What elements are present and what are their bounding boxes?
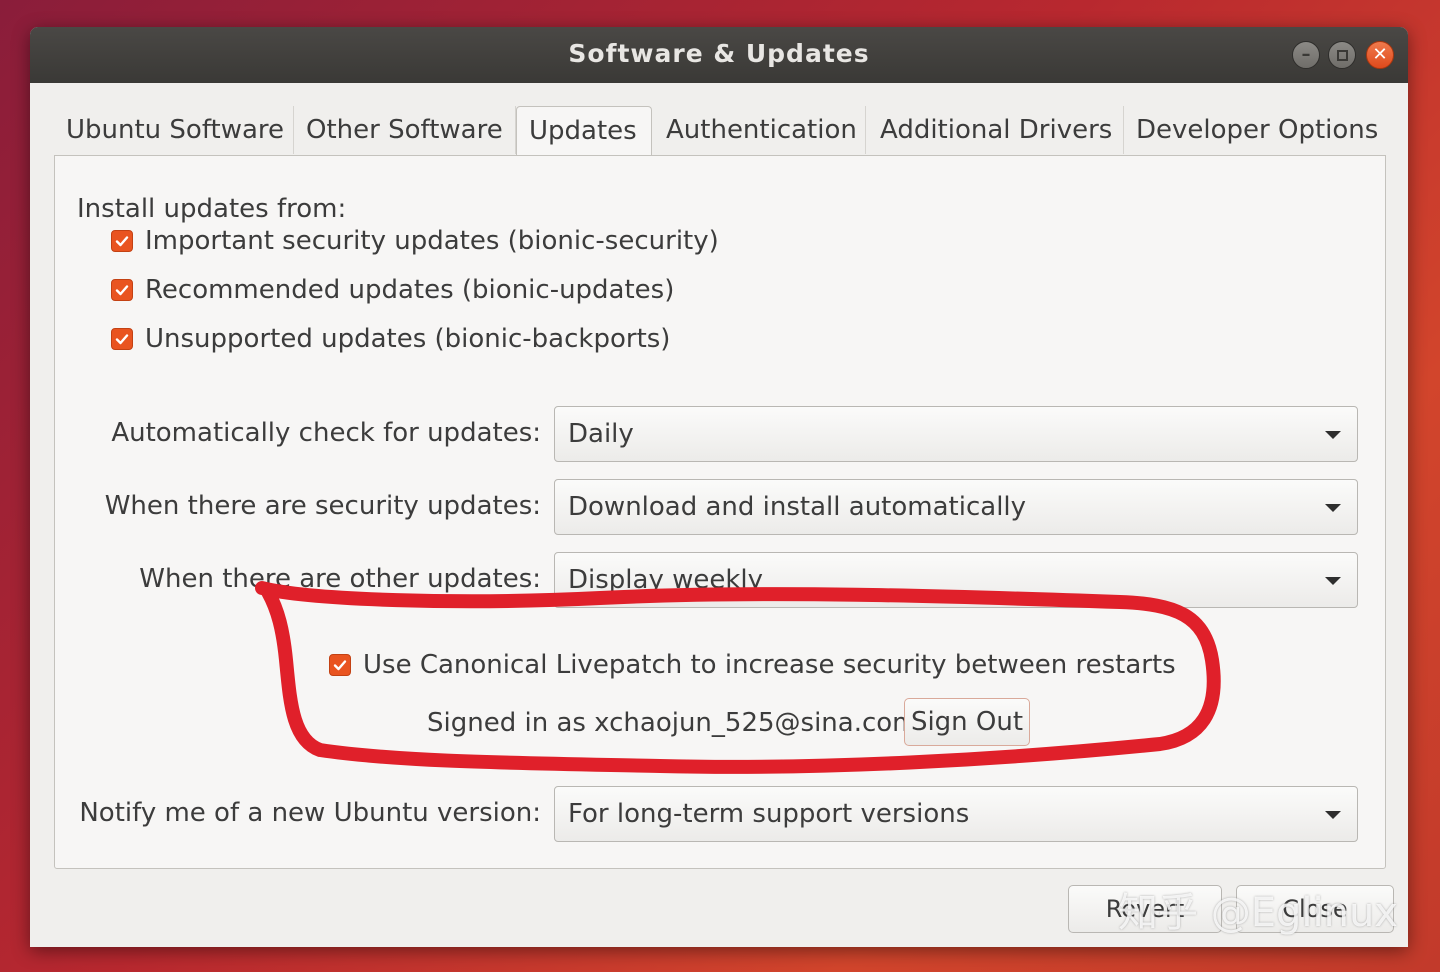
chevron-down-icon [1325, 431, 1341, 439]
notify-version-dropdown[interactable]: For long-term support versions [554, 786, 1358, 842]
security-updates-action-dropdown[interactable]: Download and install automatically [554, 479, 1358, 535]
other-updates-action-dropdown[interactable]: Display weekly [554, 552, 1358, 608]
chevron-down-icon [1325, 577, 1341, 585]
close-button[interactable]: Close [1236, 885, 1394, 933]
tab-additional-drivers[interactable]: Additional Drivers [868, 106, 1124, 154]
tab-updates[interactable]: Updates [516, 106, 652, 156]
maximize-button[interactable] [1328, 41, 1356, 69]
recommended-updates-checkbox-row[interactable]: Recommended updates (bionic-updates) [111, 275, 674, 305]
tab-authentication[interactable]: Authentication [654, 106, 866, 154]
security-updates-action-value: Download and install automatically [568, 492, 1027, 522]
close-icon: ✕ [1372, 44, 1388, 65]
tab-developer-options[interactable]: Developer Options [1124, 106, 1386, 154]
livepatch-label: Use Canonical Livepatch to increase secu… [363, 650, 1176, 680]
auto-check-label: Automatically check for updates: [111, 418, 541, 448]
notify-version-label: Notify me of a new Ubuntu version: [79, 798, 541, 828]
notify-version-value: For long-term support versions [568, 799, 970, 829]
checkmark-icon[interactable] [111, 279, 133, 301]
updates-panel: Install updates from: Important security… [54, 155, 1386, 869]
minimize-icon: – [1301, 44, 1311, 65]
security-updates-label: Important security updates (bionic-secur… [145, 226, 719, 256]
chevron-down-icon [1325, 504, 1341, 512]
close-window-button[interactable]: ✕ [1366, 41, 1394, 69]
livepatch-checkbox-row[interactable]: Use Canonical Livepatch to increase secu… [329, 650, 1176, 680]
unsupported-updates-checkbox-row[interactable]: Unsupported updates (bionic-backports) [111, 324, 670, 354]
tab-ubuntu-software[interactable]: Ubuntu Software [54, 106, 294, 154]
maximize-icon [1336, 49, 1348, 61]
checkmark-icon[interactable] [111, 230, 133, 252]
title-bar[interactable]: Software & Updates – ✕ [30, 27, 1408, 83]
minimize-button[interactable]: – [1292, 41, 1320, 69]
auto-check-value: Daily [568, 419, 634, 449]
install-updates-from-label: Install updates from: [77, 194, 347, 224]
chevron-down-icon [1325, 811, 1341, 819]
window-title: Software & Updates [568, 39, 870, 68]
tab-other-software[interactable]: Other Software [294, 106, 516, 154]
checkmark-icon[interactable] [111, 328, 133, 350]
checkmark-icon[interactable] [329, 654, 351, 676]
security-updates-checkbox-row[interactable]: Important security updates (bionic-secur… [111, 226, 719, 256]
unsupported-updates-label: Unsupported updates (bionic-backports) [145, 324, 671, 354]
livepatch-signed-in-text: Signed in as xchaojun_525@sina.com [427, 708, 918, 738]
revert-button[interactable]: Revert [1068, 885, 1222, 933]
other-updates-action-value: Display weekly [568, 565, 764, 595]
other-updates-action-label: When there are other updates: [139, 564, 541, 594]
recommended-updates-label: Recommended updates (bionic-updates) [145, 275, 675, 305]
security-updates-action-label: When there are security updates: [104, 491, 541, 521]
auto-check-dropdown[interactable]: Daily [554, 406, 1358, 462]
sign-out-button[interactable]: Sign Out [904, 698, 1030, 746]
software-updates-window: Software & Updates – ✕ Ubuntu Software O… [30, 27, 1408, 947]
